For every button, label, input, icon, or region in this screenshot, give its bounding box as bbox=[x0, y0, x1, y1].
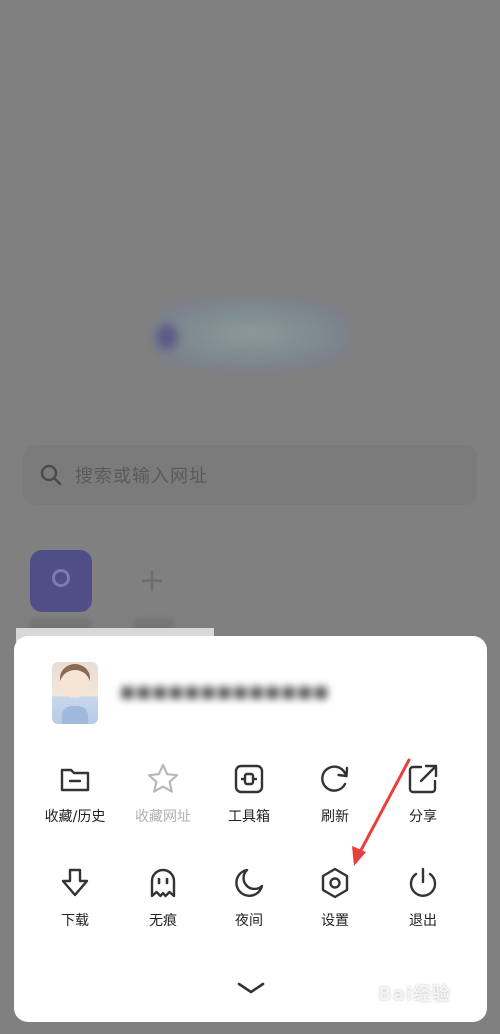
folder-icon bbox=[60, 768, 90, 792]
menu-sheet: ■■■■■■■■■■■■■ 收藏/历史 收藏网址 工具箱 刷新 分享 下载 无痕… bbox=[14, 636, 487, 1022]
menu-item-label: 分享 bbox=[409, 809, 437, 825]
menu-item-label: 无痕 bbox=[149, 913, 177, 929]
plus-icon bbox=[52, 569, 70, 587]
moon-icon bbox=[235, 868, 264, 897]
power-icon bbox=[409, 867, 437, 897]
user-profile[interactable]: ■■■■■■■■■■■■■ bbox=[52, 662, 432, 724]
menu-item-label: 刷新 bbox=[321, 809, 349, 825]
menu-item-label: 收藏网址 bbox=[135, 809, 191, 825]
ghost-icon bbox=[150, 868, 176, 898]
search-bar[interactable]: 搜索或输入网址 bbox=[23, 445, 477, 505]
menu-item-label: 工具箱 bbox=[228, 809, 270, 825]
star-icon bbox=[147, 763, 179, 793]
settings-icon bbox=[321, 867, 349, 899]
menu-item-night-mode[interactable]: 夜间 bbox=[206, 866, 292, 946]
chevron-down-icon[interactable] bbox=[231, 976, 271, 1000]
blurred-logo bbox=[150, 298, 350, 370]
menu-item-label: 设置 bbox=[321, 913, 349, 929]
menu-item-share[interactable]: 分享 bbox=[380, 762, 466, 842]
menu-item-settings[interactable]: 设置 bbox=[292, 866, 378, 946]
menu-item-label: 下载 bbox=[61, 913, 89, 929]
username-blurred: ■■■■■■■■■■■■■ bbox=[120, 682, 330, 701]
menu-item-download[interactable]: 下载 bbox=[32, 866, 118, 946]
menu-item-incognito[interactable]: 无痕 bbox=[120, 866, 206, 946]
menu-item-toolbox[interactable]: 工具箱 bbox=[206, 762, 292, 842]
download-icon bbox=[61, 868, 89, 897]
menu-item-favorites-history[interactable]: 收藏/历史 bbox=[32, 762, 118, 842]
share-icon bbox=[408, 764, 438, 794]
menu-item-label: 退出 bbox=[409, 913, 437, 929]
menu-item-exit[interactable]: 退出 bbox=[380, 866, 466, 946]
menu-item-refresh[interactable]: 刷新 bbox=[292, 762, 378, 842]
avatar[interactable] bbox=[52, 662, 98, 724]
menu-item-label: 收藏/历史 bbox=[44, 809, 106, 825]
add-shortcut-icon[interactable]: + bbox=[134, 562, 170, 598]
shortcut-tile[interactable] bbox=[30, 550, 92, 612]
refresh-icon bbox=[321, 765, 349, 792]
watermark: Bai经验 bbox=[378, 984, 452, 1005]
menu-item-label: 夜间 bbox=[235, 913, 263, 929]
toolbox-icon bbox=[234, 764, 264, 794]
search-icon bbox=[40, 464, 62, 486]
menu-item-bookmark-url[interactable]: 收藏网址 bbox=[120, 762, 206, 842]
search-placeholder: 搜索或输入网址 bbox=[75, 466, 208, 487]
